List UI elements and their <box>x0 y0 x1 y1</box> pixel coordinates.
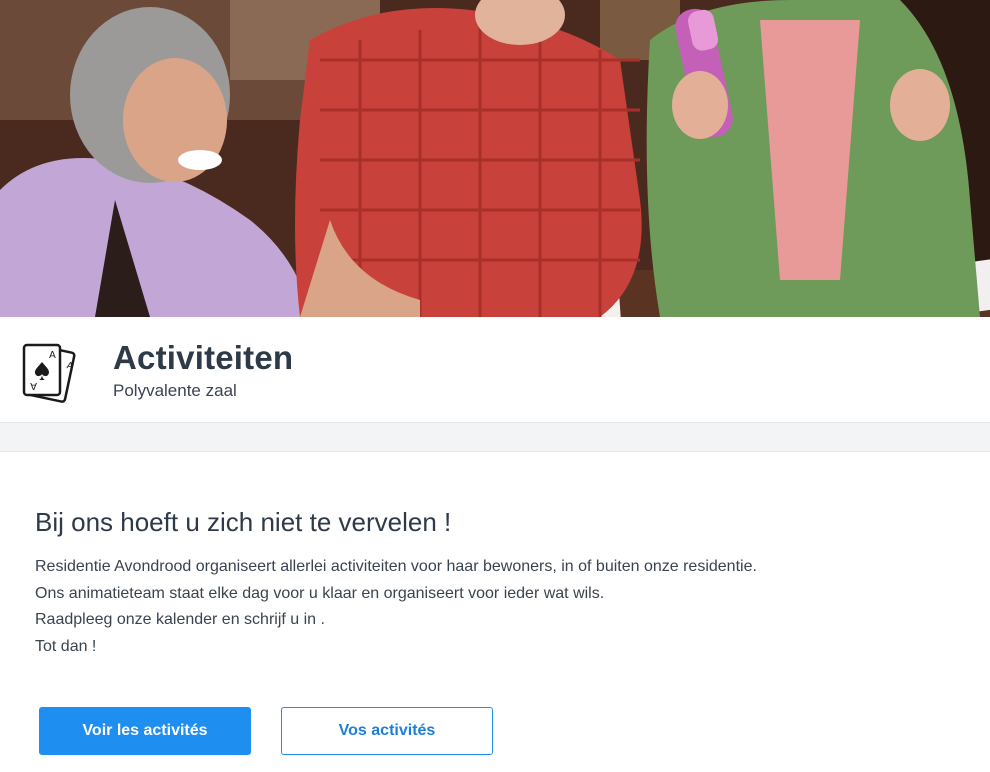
svg-text:A: A <box>30 380 37 391</box>
hero-photo <box>0 0 990 317</box>
section-divider-band <box>0 423 990 452</box>
activity-header: A A A Activiteiten Polyvalente zaal <box>0 317 990 423</box>
activity-location: Polyvalente zaal <box>113 381 237 400</box>
activity-description: Bij ons hoeft u zich niet te vervelen ! … <box>35 507 955 660</box>
description-paragraph: Residentie Avondrood organiseert allerle… <box>35 558 757 575</box>
description-body: Residentie Avondrood organiseert allerle… <box>35 554 955 660</box>
description-paragraph: Tot dan ! <box>35 637 97 655</box>
seniors-bingo-illustration <box>0 0 990 317</box>
playing-cards-icon: A A A <box>22 343 76 403</box>
activity-title: Activiteiten <box>113 339 294 376</box>
description-paragraph: Raadpleeg onze kalender en schrijf u in … <box>35 611 325 628</box>
svg-text:A: A <box>49 350 56 361</box>
description-paragraph: Ons animatieteam staat elke dag voor u k… <box>35 584 605 602</box>
my-activities-button[interactable]: Vos activités <box>281 707 493 755</box>
description-headline: Bij ons hoeft u zich niet te vervelen ! <box>35 507 452 537</box>
svg-text:A: A <box>66 361 75 372</box>
view-activities-button[interactable]: Voir les activités <box>39 707 251 755</box>
